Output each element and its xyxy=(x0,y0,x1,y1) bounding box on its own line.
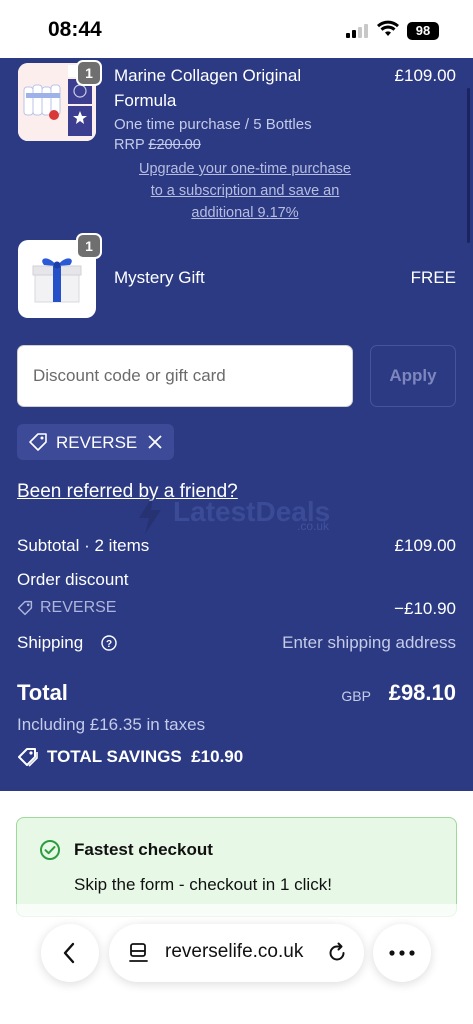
status-bar: 08:44 98 xyxy=(0,0,473,58)
savings-tag-icon xyxy=(18,748,38,767)
check-circle-icon xyxy=(40,840,60,860)
shipping-value: Enter shipping address xyxy=(282,633,456,652)
total-currency: GBP xyxy=(341,688,371,704)
back-button[interactable] xyxy=(41,924,99,982)
tag-icon xyxy=(17,600,33,616)
lightning-icon xyxy=(139,496,161,534)
product-price: FREE xyxy=(410,268,456,287)
checkout-area: Fastest checkout Skip the form - checkou… xyxy=(0,791,473,1024)
rrp-label: RRP £200.00 xyxy=(114,137,201,153)
watermark-domain: .co.uk xyxy=(297,519,330,533)
tag-icon xyxy=(29,433,47,451)
applied-discount-chip: REVERSE xyxy=(17,424,174,460)
address-bar[interactable]: reverselife.co.uk xyxy=(109,924,364,982)
discount-value: −£10.90 xyxy=(394,599,456,618)
fast-checkout-subtitle: Skip the form - checkout in 1 click! xyxy=(74,875,332,894)
total-savings-value: £10.90 xyxy=(191,747,244,766)
help-icon[interactable]: ? xyxy=(101,635,117,651)
upgrade-line-2: to a subscription and save an xyxy=(150,183,340,199)
product-name-continued: Formula xyxy=(114,91,177,110)
order-discount-label: Order discount xyxy=(17,570,129,589)
rrp-price: £200.00 xyxy=(148,137,201,153)
discount-placeholder: Discount code or gift card xyxy=(33,366,226,385)
more-options-button[interactable] xyxy=(373,924,431,982)
quantity-badge: 1 xyxy=(76,60,102,86)
product-price: £109.00 xyxy=(394,66,456,85)
total-value: £98.10 xyxy=(388,680,456,705)
total-label: Total xyxy=(17,680,68,705)
fast-checkout-title: Fastest checkout xyxy=(74,840,213,859)
battery-indicator: 98 xyxy=(407,22,439,40)
quantity-badge: 1 xyxy=(76,233,102,259)
browser-toolbar: reverselife.co.uk xyxy=(0,904,473,1024)
product-variant: One time purchase / 5 Bottles xyxy=(114,116,312,133)
scrollbar[interactable] xyxy=(467,88,470,243)
status-time: 08:44 xyxy=(48,18,102,41)
subtotal-value: £109.00 xyxy=(394,536,456,555)
close-icon[interactable] xyxy=(148,435,162,449)
apply-label: Apply xyxy=(389,366,437,385)
rrp-text: RRP xyxy=(114,137,145,153)
discount-code-line: REVERSE xyxy=(40,599,117,616)
taxes-note: Including £16.35 in taxes xyxy=(17,715,206,734)
product-name: Marine Collagen Original xyxy=(114,66,302,85)
total-savings: TOTAL SAVINGS £10.90 xyxy=(47,747,243,767)
upgrade-subscription-link[interactable]: Upgrade your one-time purchase to a subs… xyxy=(120,158,370,224)
chevron-left-icon xyxy=(63,942,75,964)
apply-discount-button[interactable]: Apply xyxy=(370,345,456,407)
product-name: Mystery Gift xyxy=(114,268,205,287)
product-image-gift: 1 xyxy=(18,233,102,318)
product-image-collagen: 1 xyxy=(18,60,102,141)
upgrade-line-1: Upgrade your one-time purchase xyxy=(139,161,351,177)
reload-icon[interactable] xyxy=(326,942,348,964)
wifi-icon xyxy=(377,20,399,36)
applied-code: REVERSE xyxy=(56,433,138,452)
url-text: reverselife.co.uk xyxy=(165,941,304,962)
total-savings-label: TOTAL SAVINGS xyxy=(47,747,182,766)
signal-icon xyxy=(346,24,370,38)
fast-checkout-card[interactable]: Fastest checkout Skip the form - checkou… xyxy=(16,817,457,917)
page-settings-icon[interactable] xyxy=(129,942,149,964)
shipping-label: Shipping xyxy=(17,633,84,652)
subtotal-label: Subtotal · 2 items xyxy=(17,536,150,555)
more-icon xyxy=(389,950,415,956)
order-summary: 1 Marine Collagen Original Formula £109.… xyxy=(0,58,473,791)
discount-code-input[interactable]: Discount code or gift card xyxy=(17,345,353,407)
svg-text:?: ? xyxy=(106,639,112,650)
upgrade-line-3: additional 9.17% xyxy=(191,205,299,221)
